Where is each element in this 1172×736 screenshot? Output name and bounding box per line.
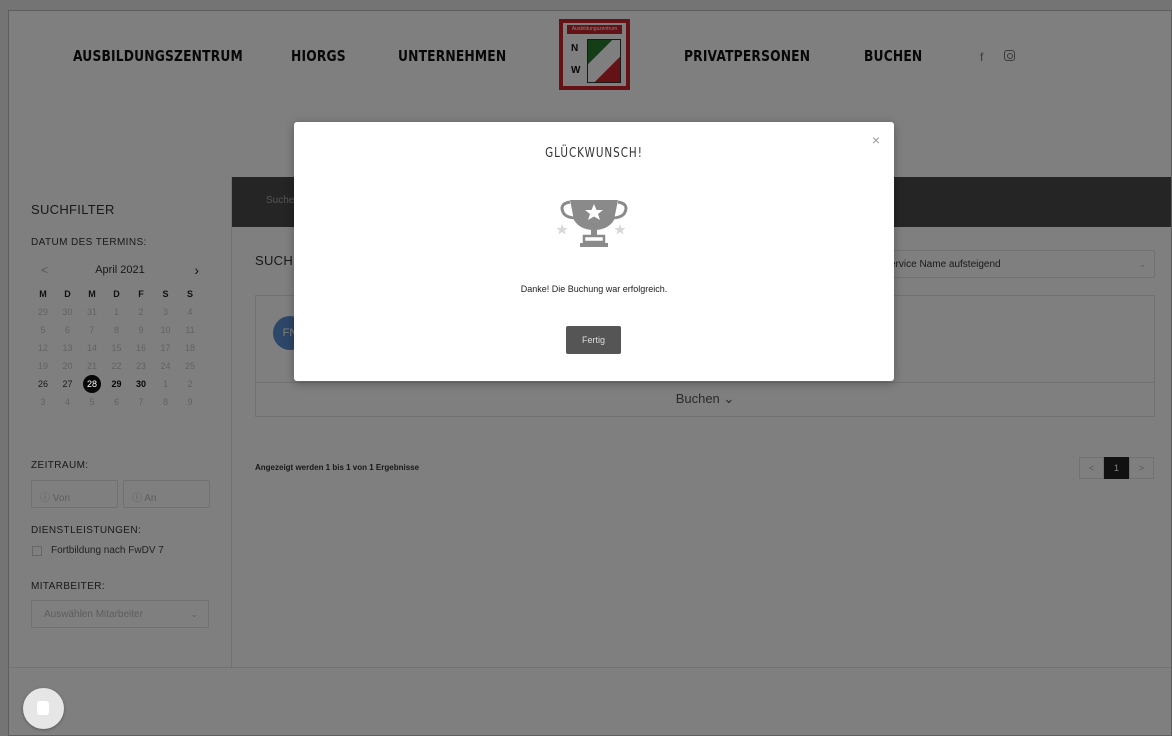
- modal-message: Danke! Die Buchung war erfolgreich.: [520, 284, 668, 294]
- trophy-icon: [556, 200, 628, 247]
- close-icon[interactable]: ×: [872, 132, 880, 148]
- modal-title: GLÜCKWUNSCH!: [545, 146, 643, 161]
- done-button[interactable]: Fertig: [566, 326, 621, 354]
- success-modal: × GLÜCKWUNSCH! Danke! Die Buchung war er…: [294, 122, 894, 381]
- chat-icon[interactable]: [23, 688, 64, 729]
- calendar-day-number: 28: [86, 379, 97, 389]
